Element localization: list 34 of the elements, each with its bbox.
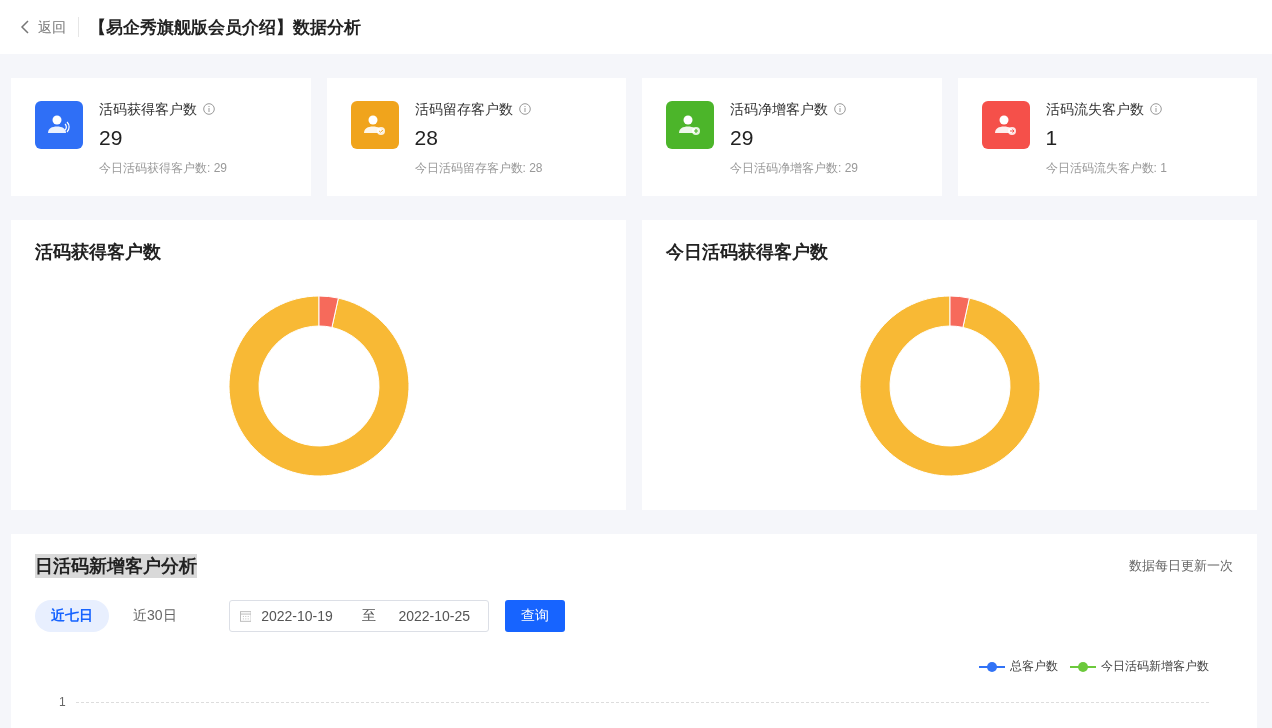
- range-separator: 至: [362, 607, 377, 625]
- range-tab[interactable]: 近30日: [117, 600, 193, 632]
- chevron-left-icon: [20, 20, 30, 34]
- info-icon[interactable]: [1149, 103, 1162, 115]
- range-tab[interactable]: 近七日: [35, 600, 109, 632]
- legend-label: 总客户数: [1010, 658, 1058, 675]
- stat-label: 活码流失客户数: [1045, 101, 1144, 117]
- start-date: 2022-10-19: [261, 608, 334, 624]
- info-icon[interactable]: [203, 103, 215, 115]
- stat-value: 1: [1045, 126, 1059, 150]
- stat-today: 今日活码留存客户数: 28: [414, 160, 543, 177]
- legend-label: 今日活码新增客户数: [1101, 658, 1209, 675]
- axis-tick: 1: [59, 695, 66, 709]
- section-title: 日活码新增客户分析: [35, 554, 197, 578]
- info-icon[interactable]: [834, 103, 846, 115]
- update-note: 数据每日更新一次: [1129, 557, 1233, 575]
- panel-title: 今日活码获得客户数: [666, 241, 829, 264]
- stat-label: 活码净增客户数: [730, 101, 828, 117]
- stat-label: 活码留存客户数: [414, 101, 513, 117]
- stat-label: 活码获得客户数: [99, 101, 197, 117]
- date-range-field[interactable]: 2022-10-19 至 2022-10-25: [228, 600, 489, 632]
- query-button[interactable]: 查询: [504, 600, 565, 632]
- stat-today: 今日活码流失客户数: 1: [1045, 160, 1167, 177]
- stat-value: 29: [730, 126, 755, 150]
- stat-today: 今日活码获得客户数: 29: [99, 160, 227, 177]
- stat-value: 29: [99, 126, 124, 150]
- calendar-icon: [239, 610, 252, 622]
- end-date: 2022-10-25: [398, 608, 471, 624]
- back-link[interactable]: 返回: [20, 17, 79, 37]
- panel-title: 活码获得客户数: [35, 241, 162, 264]
- stat-today: 今日活码净增客户数: 29: [730, 160, 858, 177]
- page-title: 【易企秀旗舰版会员介绍】数据分析: [89, 16, 361, 39]
- stat-value: 28: [414, 126, 439, 150]
- info-icon[interactable]: [518, 103, 531, 115]
